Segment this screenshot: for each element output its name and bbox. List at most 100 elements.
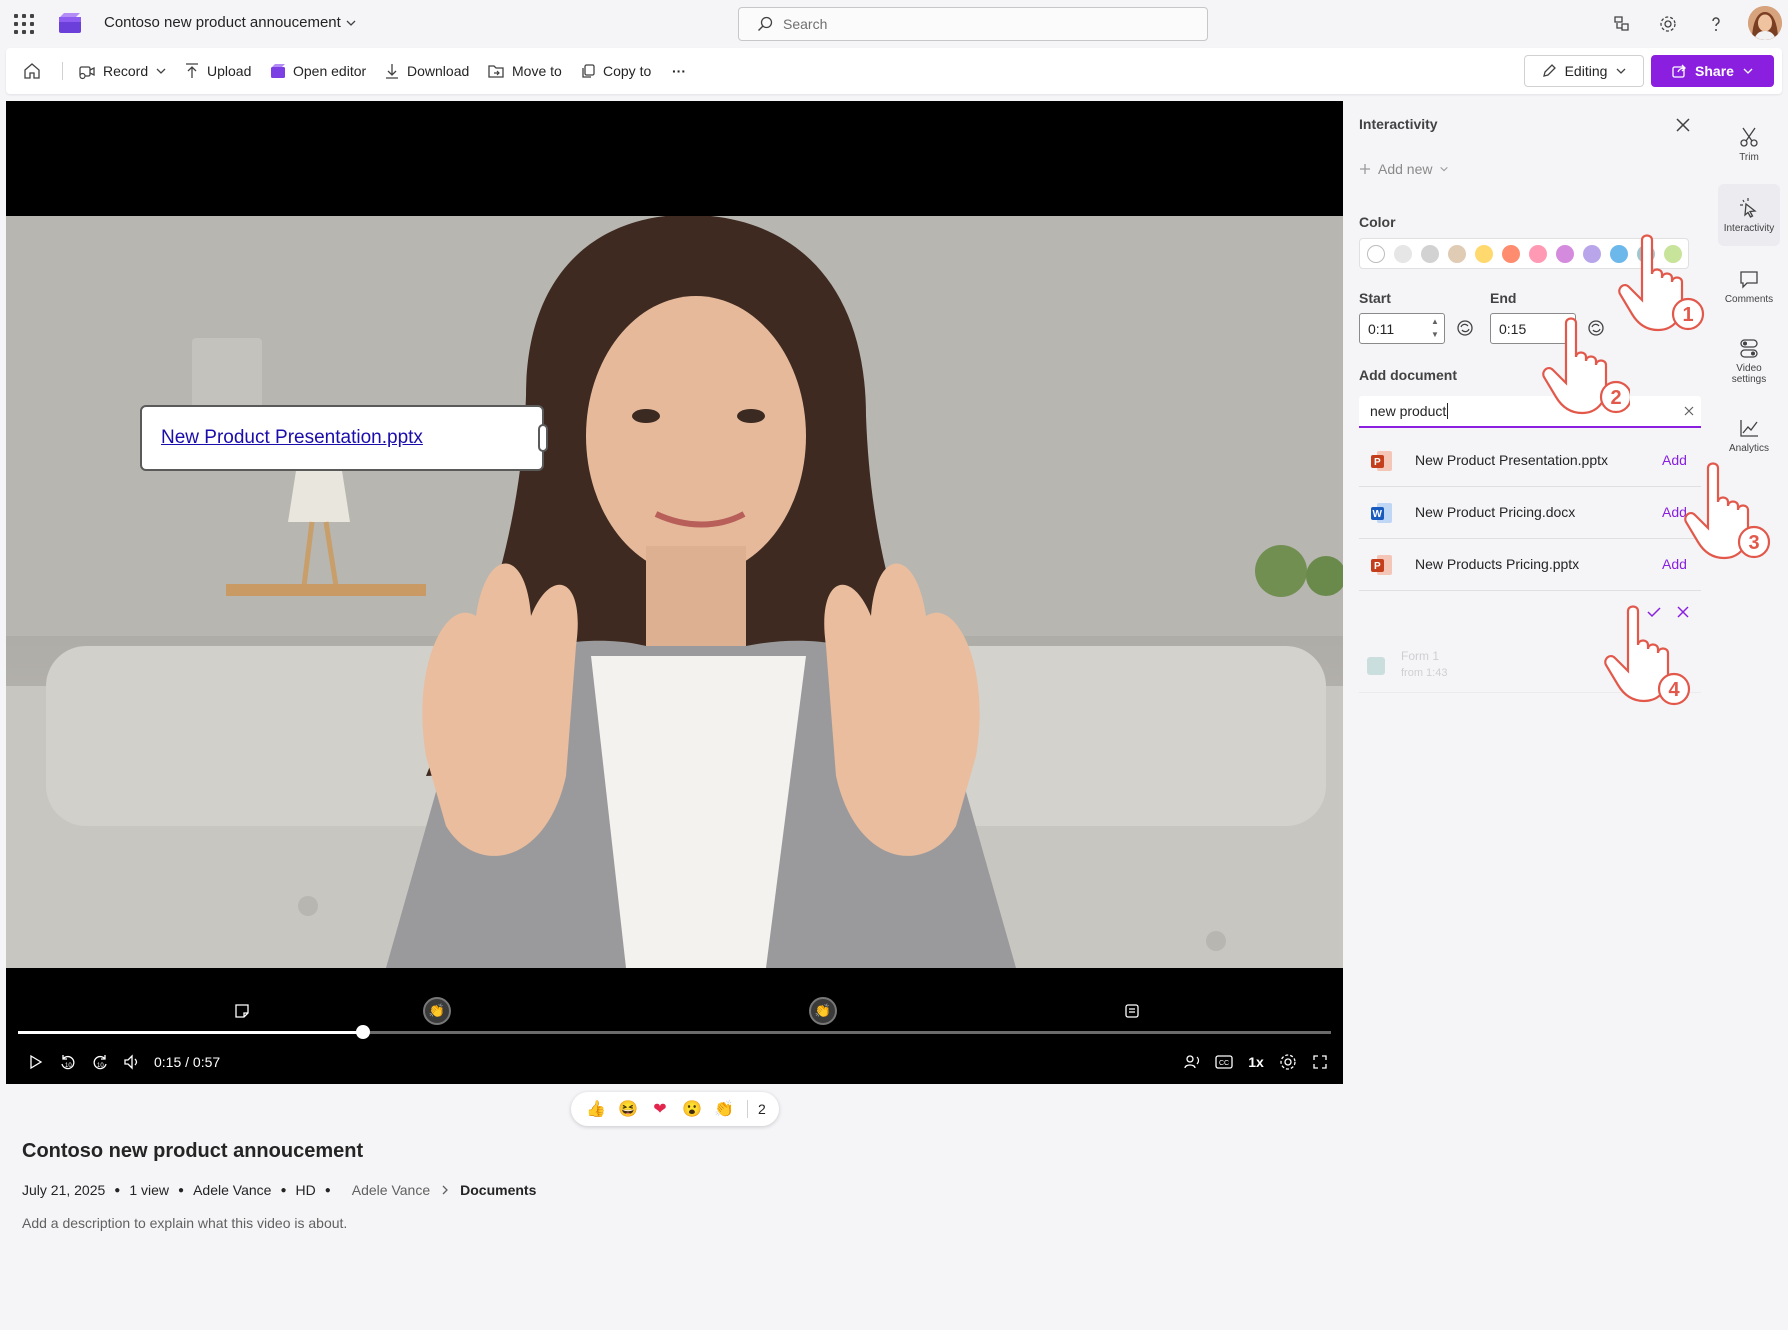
- scissors-icon: [1740, 127, 1758, 147]
- color-swatch[interactable]: [1448, 244, 1466, 263]
- surprised-reaction-button[interactable]: 😮: [679, 1096, 705, 1122]
- video-title[interactable]: Contoso new product annoucement: [22, 1140, 363, 1163]
- rail-item-comments[interactable]: Comments: [1718, 255, 1780, 317]
- close-icon[interactable]: [1673, 115, 1693, 135]
- add-document-label: Add document: [1359, 367, 1457, 383]
- color-swatch[interactable]: [1367, 244, 1385, 263]
- start-time-input[interactable]: 0:11 ▲ ▼: [1359, 313, 1445, 344]
- author-name[interactable]: Adele Vance: [193, 1182, 271, 1198]
- rewind-10-icon[interactable]: 10: [56, 1050, 80, 1074]
- help-icon[interactable]: [1704, 12, 1728, 36]
- move-folder-icon: [488, 65, 504, 78]
- document-link[interactable]: New Product Presentation.pptx: [161, 427, 423, 449]
- playback-speed-button[interactable]: 1x: [1244, 1050, 1268, 1074]
- app-launcher-icon[interactable]: [12, 12, 36, 36]
- record-button[interactable]: Record: [78, 56, 167, 86]
- share-button[interactable]: Share: [1651, 55, 1774, 87]
- form-icon: [1367, 657, 1385, 675]
- clap-reaction-button[interactable]: 👏: [711, 1096, 737, 1122]
- rail-label: Video settings: [1731, 363, 1767, 385]
- home-icon: [24, 63, 40, 79]
- clear-search-icon[interactable]: [1681, 403, 1697, 419]
- copy-to-button[interactable]: Copy to: [580, 56, 651, 86]
- editing-mode-button[interactable]: Editing: [1524, 55, 1644, 87]
- note-marker-icon[interactable]: [228, 997, 256, 1025]
- upload-label: Upload: [207, 63, 252, 79]
- analytics-icon: [1740, 419, 1758, 437]
- color-swatch[interactable]: [1529, 244, 1547, 263]
- result-file-name: New Product Pricing.docx: [1415, 504, 1576, 520]
- upload-button[interactable]: Upload: [184, 56, 251, 86]
- spin-arrows[interactable]: ▲ ▼: [1430, 317, 1440, 339]
- color-swatch[interactable]: [1583, 244, 1601, 263]
- color-swatch[interactable]: [1556, 244, 1574, 263]
- avatar[interactable]: [1748, 6, 1782, 40]
- add-new-label: Add new: [1378, 161, 1433, 177]
- add-new-dropdown[interactable]: Add new: [1359, 161, 1449, 177]
- seek-bar-thumb[interactable]: [356, 1025, 371, 1039]
- sync-to-playhead-icon[interactable]: [1456, 319, 1476, 339]
- breadcrumb-folder[interactable]: Documents: [460, 1182, 536, 1198]
- color-swatch[interactable]: [1502, 244, 1520, 263]
- stream-logo-icon: [58, 12, 82, 34]
- search-result-item[interactable]: P New Products Pricing.pptx Add: [1359, 539, 1701, 591]
- svg-text:P: P: [1374, 561, 1381, 572]
- document-title-dropdown[interactable]: Contoso new product annoucement: [104, 14, 357, 31]
- resize-handle[interactable]: [538, 424, 548, 452]
- closed-captions-icon[interactable]: CC: [1212, 1050, 1236, 1074]
- more-icon: ···: [672, 63, 686, 79]
- separator-dot: ●: [280, 1184, 287, 1196]
- home-button[interactable]: [22, 56, 42, 86]
- document-title: Contoso new product annoucement: [104, 14, 341, 31]
- search-result-item[interactable]: W New Product Pricing.docx Add: [1359, 487, 1701, 539]
- fullscreen-icon[interactable]: [1308, 1050, 1332, 1074]
- more-options-button[interactable]: ···: [672, 56, 686, 86]
- form-marker-icon[interactable]: [1118, 997, 1146, 1025]
- chevron-right-icon: [442, 1185, 449, 1195]
- search-icon: [758, 16, 773, 31]
- gear-icon[interactable]: [1656, 12, 1680, 36]
- seek-bar[interactable]: [18, 1025, 1331, 1039]
- share-feedback-icon[interactable]: [1609, 12, 1633, 36]
- interactivity-icon: [1740, 197, 1757, 218]
- chevron-down-icon: [346, 20, 356, 26]
- rail-item-interactivity[interactable]: Interactivity: [1718, 184, 1780, 246]
- powerpoint-file-icon: P: [1370, 553, 1394, 577]
- result-file-name: New Products Pricing.pptx: [1415, 556, 1580, 572]
- playback-speed: 1x: [1248, 1054, 1264, 1070]
- rail-item-analytics[interactable]: Analytics: [1718, 404, 1780, 466]
- word-file-icon: W: [1370, 501, 1394, 525]
- quality-badge: HD: [295, 1182, 316, 1198]
- rail-item-trim[interactable]: Trim: [1718, 113, 1780, 175]
- color-swatch[interactable]: [1475, 244, 1493, 263]
- clap-reaction-marker-icon[interactable]: 👏: [809, 997, 837, 1025]
- reactions-bar: 👍 😆 ❤ 😮 👏 2: [571, 1092, 779, 1126]
- document-search-input[interactable]: new product: [1359, 396, 1701, 428]
- description-field[interactable]: Add a description to explain what this v…: [22, 1215, 347, 1231]
- settings-gear-icon[interactable]: [1276, 1050, 1300, 1074]
- color-swatch[interactable]: [1394, 244, 1412, 263]
- video-frame: New Product Presentation.pptx: [6, 216, 1343, 968]
- download-button[interactable]: Download: [384, 56, 469, 86]
- clap-reaction-marker-icon[interactable]: 👏: [423, 997, 451, 1025]
- volume-icon[interactable]: [120, 1050, 144, 1074]
- seek-bar-played: [18, 1031, 364, 1034]
- like-reaction-button[interactable]: 👍: [583, 1096, 609, 1122]
- interactive-document-card[interactable]: New Product Presentation.pptx: [140, 405, 548, 471]
- color-swatch[interactable]: [1421, 244, 1439, 263]
- captions-language-icon[interactable]: [1180, 1050, 1204, 1074]
- video-player[interactable]: New Product Presentation.pptx 👏 👏 10 10 …: [6, 101, 1343, 1084]
- open-editor-button[interactable]: Open editor: [270, 56, 366, 86]
- svg-text:10: 10: [97, 1063, 104, 1069]
- plus-icon: [1360, 164, 1370, 174]
- laugh-reaction-button[interactable]: 😆: [615, 1096, 641, 1122]
- search-result-item[interactable]: P New Product Presentation.pptx Add: [1359, 435, 1701, 487]
- play-icon[interactable]: [24, 1050, 48, 1074]
- forward-10-icon[interactable]: 10: [88, 1050, 112, 1074]
- rail-item-video-settings[interactable]: Video settings: [1718, 326, 1780, 396]
- heart-reaction-button[interactable]: ❤: [647, 1096, 673, 1122]
- breadcrumb-owner[interactable]: Adele Vance: [352, 1182, 430, 1198]
- search-box[interactable]: Search: [738, 7, 1208, 41]
- move-to-button[interactable]: Move to: [487, 56, 562, 86]
- reactions-count[interactable]: 2: [758, 1101, 766, 1117]
